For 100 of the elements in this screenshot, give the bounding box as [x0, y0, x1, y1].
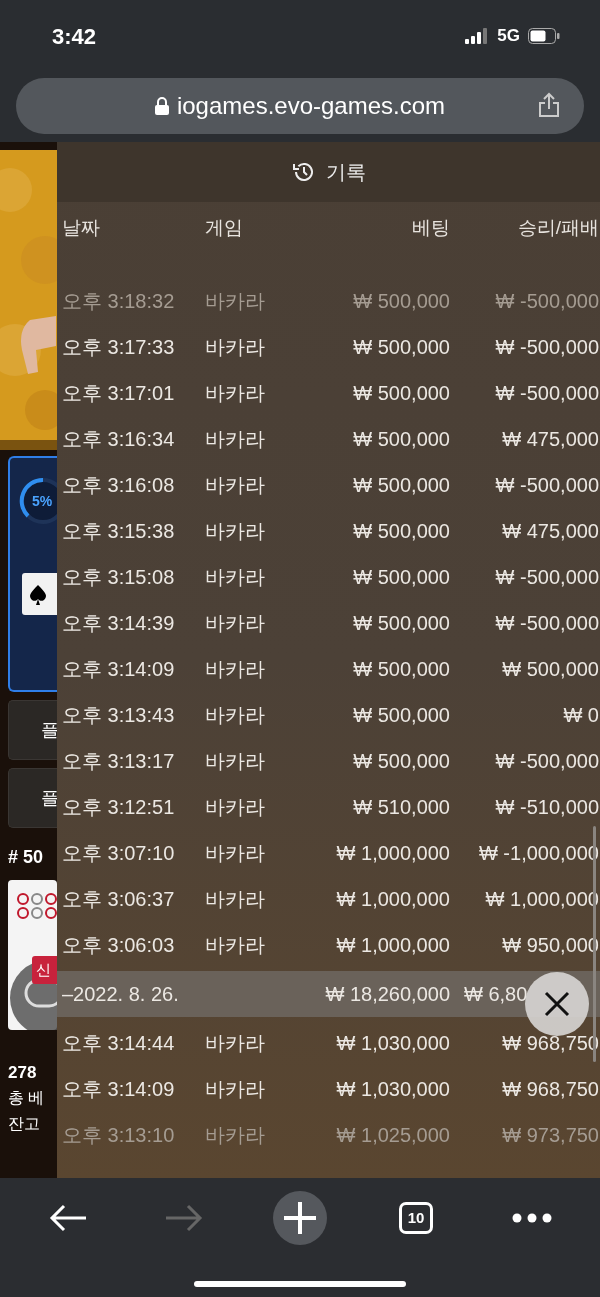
game-cell-text: 바카라 — [205, 335, 266, 360]
bet-cell-text: ₩ 18,260,000 — [324, 982, 450, 1007]
more-icon — [512, 1213, 552, 1223]
bet-cell-text: ₩ 1,000,000 — [335, 841, 450, 866]
bet-cell-text: ₩ 500,000 — [352, 611, 450, 636]
date-cell-text: 오후 3:14:09 — [62, 1077, 176, 1102]
bet-cell-text: ₩ 1,025,000 — [335, 1123, 450, 1148]
result-cell-text: ₩ -510,000 — [494, 795, 599, 820]
play-button[interactable]: 플 — [8, 768, 57, 828]
game-cell-text: 바카라 — [205, 289, 266, 314]
result-cell-text: ₩ -500,000 — [494, 565, 599, 590]
date-cell-text: 오후 3:13:43 — [62, 703, 176, 728]
share-icon[interactable] — [538, 92, 560, 118]
column-header: 승리/패배 — [516, 215, 599, 240]
result-cell-text: ₩ -1,000,000 — [477, 841, 599, 866]
game-cell-text: 바카라 — [205, 381, 266, 406]
total-bet-label: 총 베 — [8, 1088, 45, 1108]
date-cell-text: 오후 3:16:34 — [62, 427, 176, 452]
forward-arrow-icon — [164, 1203, 204, 1233]
column-header: 베팅 — [411, 215, 450, 240]
tabs-button[interactable]: 10 — [384, 1192, 448, 1244]
spade-card-icon — [22, 573, 57, 615]
game-cell-text: 바카라 — [205, 749, 266, 774]
new-tab-icon — [272, 1190, 328, 1246]
result-cell-text: ₩ -500,000 — [494, 473, 599, 498]
result-cell-text: ₩ 968,750 — [501, 1077, 599, 1102]
result-cell-text: ₩ 950,000 — [501, 933, 599, 958]
game-cell-text: 바카라 — [205, 473, 266, 498]
game-cell-text: 바카라 — [205, 933, 266, 958]
date-cell-text: 오후 3:06:37 — [62, 887, 176, 912]
date-cell-text: 오후 3:16:08 — [62, 473, 176, 498]
game-cell-text: 바카라 — [205, 1077, 266, 1102]
game-cell-text: 바카라 — [205, 795, 266, 820]
player-count: 278 — [8, 1062, 37, 1084]
play-button[interactable]: 플 — [8, 700, 57, 760]
lock-icon — [154, 97, 169, 115]
column-header: 날짜 — [62, 215, 101, 240]
date-cell-text: 오후 3:06:03 — [62, 933, 176, 958]
battery-icon — [528, 28, 560, 44]
bet-cell-text: ₩ 1,000,000 — [335, 933, 450, 958]
column-header: 게임 — [205, 215, 244, 240]
game-cell-text: 바카라 — [205, 519, 266, 544]
date-cell-text: 오후 3:14:09 — [62, 657, 176, 682]
bet-cell-text: ₩ 500,000 — [352, 519, 450, 544]
table-number: # 50 — [8, 846, 44, 869]
bet-cell-text: ₩ 500,000 — [352, 565, 450, 590]
date-cell-text: –2022. 8. 26. — [62, 982, 180, 1007]
date-cell-text: 오후 3:12:51 — [62, 795, 176, 820]
bet-cell-text: ₩ 500,000 — [352, 749, 450, 774]
bet-cell-text: ₩ 500,000 — [352, 473, 450, 498]
close-icon — [544, 991, 570, 1017]
game-cell-text: 바카라 — [205, 427, 266, 452]
date-cell-text: 오후 3:13:17 — [62, 749, 176, 774]
date-cell-text: 오후 3:15:08 — [62, 565, 176, 590]
bet-cell-text: ₩ 500,000 — [352, 657, 450, 682]
bet-cell-text: ₩ 1,030,000 — [335, 1077, 450, 1102]
game-cell-text: 바카라 — [205, 1123, 266, 1148]
date-cell-text: 오후 3:07:10 — [62, 841, 176, 866]
bet-cell-text: ₩ 500,000 — [352, 335, 450, 360]
date-cell-text: 오후 3:14:44 — [62, 1031, 176, 1056]
progress-ring-icon — [18, 476, 57, 526]
game-cell-text: 바카라 — [205, 565, 266, 590]
game-cell-text: 바카라 — [205, 887, 266, 912]
result-cell-text: ₩ -500,000 — [494, 289, 599, 314]
address-bar[interactable]: iogames.evo-games.com — [16, 78, 584, 134]
history-icon — [291, 160, 316, 184]
bet-cell-text: ₩ 1,000,000 — [335, 887, 450, 912]
bet-cell-text: ₩ 500,000 — [352, 703, 450, 728]
bet-cell-text: ₩ 510,000 — [352, 795, 450, 820]
signal-icon — [465, 28, 490, 44]
game-cell-text: 바카라 — [205, 611, 266, 636]
game-cell-text: 바카라 — [205, 841, 266, 866]
result-cell-text: ₩ 0 — [562, 703, 599, 728]
result-cell-text: ₩ 475,000 — [501, 427, 599, 452]
result-cell-text: ₩ 475,000 — [501, 519, 599, 544]
date-cell-text: 오후 3:13:10 — [62, 1123, 176, 1148]
panel-title: 기록 — [325, 160, 366, 185]
date-cell-text: 오후 3:14:39 — [62, 611, 176, 636]
progress-text: 5% — [32, 492, 53, 511]
bet-cell-text: ₩ 500,000 — [352, 381, 450, 406]
bet-cell-text: ₩ 500,000 — [352, 289, 450, 314]
bet-cell-text: ₩ 500,000 — [352, 427, 450, 452]
balance-label: 잔고 — [8, 1114, 40, 1134]
result-cell-text: ₩ -500,000 — [494, 611, 599, 636]
result-cell-text: ₩ 1,000,000 — [484, 887, 599, 912]
game-cell-text: 바카라 — [205, 1031, 266, 1056]
result-cell-text: ₩ -500,000 — [494, 749, 599, 774]
result-cell-text: ₩ -500,000 — [494, 335, 599, 360]
result-cell: ₩ 6,80 — [464, 983, 528, 1005]
result-cell-text: ₩ 973,750 — [501, 1123, 599, 1148]
date-cell-text: 오후 3:17:33 — [62, 335, 176, 360]
bet-cell-text: ₩ 1,030,000 — [335, 1031, 450, 1056]
game-cell-text: 바카라 — [205, 703, 266, 728]
date-cell-text: 오후 3:15:38 — [62, 519, 176, 544]
result-cell-text: ₩ 968,750 — [501, 1031, 599, 1056]
status-time: 3:42 — [52, 22, 97, 51]
result-cell-text: ₩ -500,000 — [494, 381, 599, 406]
date-cell-text: 오후 3:17:01 — [62, 381, 176, 406]
game-cell-text: 바카라 — [205, 657, 266, 682]
result-cell-text: ₩ 500,000 — [501, 657, 599, 682]
